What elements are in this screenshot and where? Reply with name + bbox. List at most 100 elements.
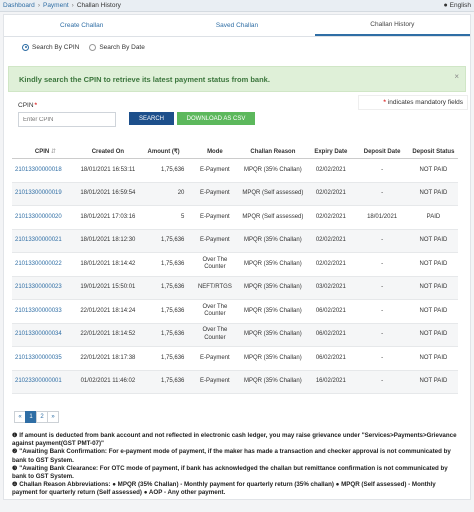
cell-deposit-status: NOT PAID: [419, 331, 448, 337]
download-csv-button[interactable]: DOWNLOAD AS CSV: [177, 112, 255, 125]
cell-amount: 20: [177, 190, 185, 196]
cell-challan-reason: MPQR (35% Challan): [244, 284, 302, 290]
cell-cpin[interactable]: 21023300000001: [12, 370, 79, 394]
cell-deposit-status: NOT PAID: [419, 260, 448, 267]
column-header-expiry-date: Expiry Date: [306, 146, 356, 159]
table-row: 21013300000022 18/01/2021 18:14:42 1,75,63…: [12, 252, 458, 277]
column-header-deposit-date: Deposit Date: [355, 146, 409, 159]
breadcrumb-bar: Dashboard › Payment › Challan History ● …: [0, 0, 474, 12]
pagination: « 1 2 »: [14, 411, 59, 423]
language-label: English: [449, 2, 471, 9]
breadcrumb-separator: ›: [37, 2, 40, 9]
column-header-amount: Amount (₹): [136, 146, 191, 159]
cell-deposit-date: -: [381, 237, 384, 243]
cell-created-on: 18/01/2021 16:53:11: [80, 166, 136, 173]
tab-saved-challan[interactable]: Saved Challan: [159, 15, 314, 36]
cell-deposit-date: -: [381, 284, 384, 290]
cell-deposit-date: -: [381, 190, 384, 196]
info-alert: Kindly search the CPIN to retrieve its l…: [8, 66, 466, 92]
cell-created-on: 22/01/2021 18:14:52: [80, 331, 136, 337]
radio-search-by-date[interactable]: Search By Date: [89, 43, 145, 51]
cell-expiry-date: 03/02/2021: [315, 284, 346, 290]
cell-challan-reason: MPQR (35% Challan): [244, 331, 302, 337]
table-row: 21013300000023 19/01/2021 15:50:01 1,75,63…: [12, 276, 458, 300]
cell-mode: E-Payment: [200, 237, 230, 243]
cell-cpin[interactable]: 21013300000021: [12, 229, 79, 253]
cell-challan-reason: MPQR (35% Challan): [244, 378, 302, 384]
cell-challan-reason: MPQR (35% Challan): [244, 354, 302, 361]
cell-challan-reason: MPQR (35% Challan): [244, 307, 302, 314]
cell-expiry-date: 02/02/2021: [315, 237, 346, 243]
pagination-next[interactable]: »: [47, 411, 59, 423]
cell-mode: Over The Counter: [202, 303, 228, 318]
cell-deposit-status: NOT PAID: [419, 190, 448, 196]
breadcrumb-separator: ›: [71, 2, 74, 9]
cell-challan-reason: MPQR (35% Challan): [244, 237, 302, 243]
column-header-cpin[interactable]: CPIN: [12, 146, 79, 159]
cell-amount: 1,75,636: [161, 354, 185, 361]
cell-created-on: 22/01/2021 18:17:38: [80, 354, 136, 361]
cell-cpin[interactable]: 21013300000033: [12, 300, 79, 324]
tab-create-challan[interactable]: Create Challan: [4, 15, 159, 36]
radio-unselected-icon: [89, 43, 97, 51]
column-header-created-on: Created On: [78, 146, 137, 159]
radio-label: Search By CPIN: [32, 43, 80, 51]
language-selector[interactable]: ● English: [443, 2, 471, 9]
cell-deposit-date: -: [381, 331, 384, 337]
radio-selected-icon: [22, 43, 29, 51]
search-button[interactable]: SEARCH: [129, 112, 174, 125]
challan-table: CPIN Created On Amount (₹) Mode Challan …: [12, 146, 458, 394]
note-abbreviations: ❹ Challan Reason Abbreviations: ● MPQR (…: [12, 481, 436, 497]
cell-mode: E-Payment: [200, 378, 230, 384]
cell-amount: 1,75,636: [161, 166, 185, 173]
alert-message: Kindly search the CPIN to retrieve its l…: [19, 74, 270, 84]
cpin-form: CPIN*: [18, 102, 116, 127]
cell-created-on: 19/01/2021 15:50:01: [80, 284, 136, 290]
cell-cpin[interactable]: 21013300000019: [12, 182, 79, 206]
cell-created-on: 18/01/2021 18:14:42: [80, 260, 136, 267]
cell-cpin[interactable]: 21013300000034: [12, 323, 79, 347]
table-row: 21013300000019 18/01/2021 16:59:54 20 E-Pay…: [12, 182, 458, 206]
cpin-input[interactable]: [18, 112, 116, 127]
tab-challan-history[interactable]: Challan History: [314, 15, 470, 36]
cpin-label: CPIN*: [18, 102, 38, 109]
breadcrumb-payment[interactable]: Payment: [43, 2, 69, 9]
radio-label: Search By Date: [99, 43, 145, 51]
search-mode-group: Search By CPIN Search By Date: [4, 37, 470, 57]
cell-expiry-date: 02/02/2021: [315, 190, 346, 196]
asterisk-icon: *: [383, 99, 386, 106]
cell-deposit-status: NOT PAID: [419, 166, 448, 173]
radio-search-by-cpin[interactable]: Search By CPIN: [22, 43, 80, 51]
cell-amount: 1,75,636: [161, 378, 185, 384]
column-header-challan-reason: Challan Reason: [239, 146, 307, 159]
cell-amount: 5: [181, 213, 185, 220]
cell-deposit-date: -: [381, 307, 384, 314]
table-row: 21013300000033 22/01/2021 18:14:24 1,75,63…: [12, 299, 458, 324]
cell-amount: 1,75,636: [161, 284, 185, 290]
notes-section: ❶ If amount is deducted from bank accoun…: [12, 432, 462, 498]
cell-expiry-date: 02/02/2021: [315, 166, 346, 173]
cell-expiry-date: 02/02/2021: [315, 260, 346, 267]
cell-challan-reason: MPQR (35% Challan): [244, 260, 302, 267]
cell-created-on: 18/01/2021 18:12:30: [80, 237, 136, 243]
cell-cpin[interactable]: 21013300000022: [12, 253, 79, 277]
cell-amount: 1,75,636: [161, 260, 185, 267]
cell-expiry-date: 06/02/2021: [315, 331, 346, 337]
cell-created-on: 22/01/2021 18:14:24: [80, 307, 136, 314]
cell-deposit-date: -: [381, 354, 384, 361]
cell-cpin[interactable]: 21013300000035: [12, 347, 79, 371]
column-header-mode: Mode: [190, 146, 240, 159]
cell-deposit-date: 18/01/2021: [367, 213, 398, 220]
table-body: 21013300000018 18/01/2021 16:53:11 1,75,63…: [12, 158, 458, 394]
cell-amount: 1,75,636: [161, 237, 185, 243]
cell-cpin[interactable]: 21013300000018: [12, 159, 79, 183]
close-icon[interactable]: ×: [454, 72, 459, 81]
table-row: 21013300000020 18/01/2021 17:03:16 5 E-Paym…: [12, 205, 458, 230]
breadcrumb-dashboard[interactable]: Dashboard: [3, 2, 35, 9]
breadcrumb-current: Challan History: [76, 2, 121, 9]
cell-cpin[interactable]: 21013300000020: [12, 206, 79, 230]
table-row: 21023300000001 01/02/2021 11:46:02 1,75,63…: [12, 370, 458, 394]
cell-deposit-status: NOT PAID: [419, 237, 448, 243]
cell-cpin[interactable]: 21013300000023: [12, 276, 79, 300]
cell-created-on: 18/01/2021 17:03:16: [80, 213, 136, 220]
